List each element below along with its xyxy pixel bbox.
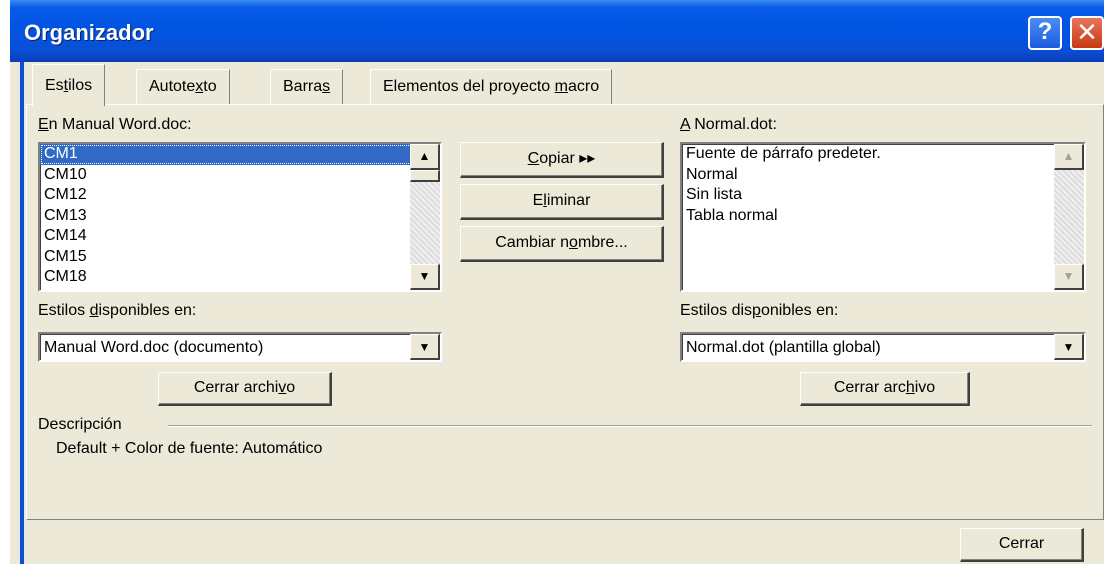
description-text: Default + Color de fuente: Automático	[56, 440, 323, 457]
right-close-file-button[interactable]: Cerrar archivo	[800, 372, 970, 406]
copy-button[interactable]: Copiar ▸▸	[460, 142, 664, 178]
list-item[interactable]: CM10	[40, 165, 440, 186]
close-window-button[interactable]: ✕	[1070, 16, 1104, 50]
tab-autotexto[interactable]: Autotexto	[136, 69, 230, 105]
list-item[interactable]: Normal	[682, 165, 1084, 186]
scroll-up-icon[interactable]: ▲	[410, 144, 440, 170]
help-button[interactable]: ?	[1028, 16, 1062, 50]
window-border	[20, 62, 24, 564]
tab-label: Elementos del proyecto macro	[383, 78, 600, 95]
tab-elementos-proyecto-macro[interactable]: Elementos del proyecto macro	[370, 69, 613, 105]
left-styles-list[interactable]: CM1 CM10 CM12 CM13 CM14 CM15 CM18 ▲ ▼	[38, 142, 442, 292]
left-list-label: En Manual Word.doc:	[38, 116, 192, 133]
list-item[interactable]: CM18	[40, 267, 440, 288]
list-item[interactable]: Sin lista	[682, 185, 1084, 206]
close-icon: ✕	[1076, 17, 1098, 47]
chevron-down-icon[interactable]: ▼	[410, 334, 440, 360]
list-item[interactable]: Fuente de párrafo predeter.	[682, 144, 1084, 165]
right-available-value: Normal.dot (plantilla global)	[686, 339, 881, 356]
left-close-file-button[interactable]: Cerrar archivo	[158, 372, 332, 406]
right-list-label: A Normal.dot:	[680, 116, 777, 133]
tab-barras[interactable]: Barras	[270, 69, 344, 105]
tab-label: Autotexto	[149, 78, 217, 95]
list-item[interactable]: Tabla normal	[682, 206, 1084, 227]
scroll-thumb[interactable]	[410, 170, 440, 182]
screen-edge	[0, 0, 10, 564]
left-available-value: Manual Word.doc (documento)	[44, 339, 264, 356]
list-item[interactable]: CM12	[40, 185, 440, 206]
title-bar[interactable]: Organizador ? ✕	[10, 0, 1104, 62]
list-item[interactable]: CM14	[40, 226, 440, 247]
delete-button[interactable]: Eliminar	[460, 184, 664, 220]
scroll-down-icon[interactable]: ▼	[410, 264, 440, 290]
description-divider	[168, 425, 1092, 427]
left-list-scrollbar[interactable]: ▲ ▼	[410, 144, 440, 290]
tab-label: Estilos	[45, 77, 93, 94]
list-item[interactable]: CM15	[40, 247, 440, 268]
close-dialog-button[interactable]: Cerrar	[960, 528, 1084, 562]
right-list-scrollbar[interactable]: ▲ ▼	[1054, 144, 1084, 290]
description-label: Descripción	[38, 416, 122, 433]
organizer-dialog: Organizador ? ✕ Estilos Autotexto Barras…	[10, 0, 1104, 564]
scroll-down-icon[interactable]: ▼	[1054, 264, 1084, 290]
list-item[interactable]: CM1	[40, 144, 440, 165]
right-available-select[interactable]: Normal.dot (plantilla global) ▼	[680, 332, 1086, 362]
list-item[interactable]: CM13	[40, 206, 440, 227]
question-icon: ?	[1037, 18, 1053, 45]
dialog-title: Organizador	[24, 20, 154, 45]
tab-estilos[interactable]: Estilos	[32, 64, 106, 106]
tab-label: Barras	[283, 78, 331, 95]
left-available-label: Estilos disponibles en:	[38, 302, 197, 319]
chevron-down-icon[interactable]: ▼	[1054, 334, 1084, 360]
rename-button[interactable]: Cambiar nombre...	[460, 226, 664, 262]
right-available-label: Estilos disponibles en:	[680, 302, 839, 319]
right-styles-list[interactable]: Fuente de párrafo predeter. Normal Sin l…	[680, 142, 1086, 292]
scroll-up-icon[interactable]: ▲	[1054, 144, 1084, 170]
left-available-select[interactable]: Manual Word.doc (documento) ▼	[38, 332, 442, 362]
